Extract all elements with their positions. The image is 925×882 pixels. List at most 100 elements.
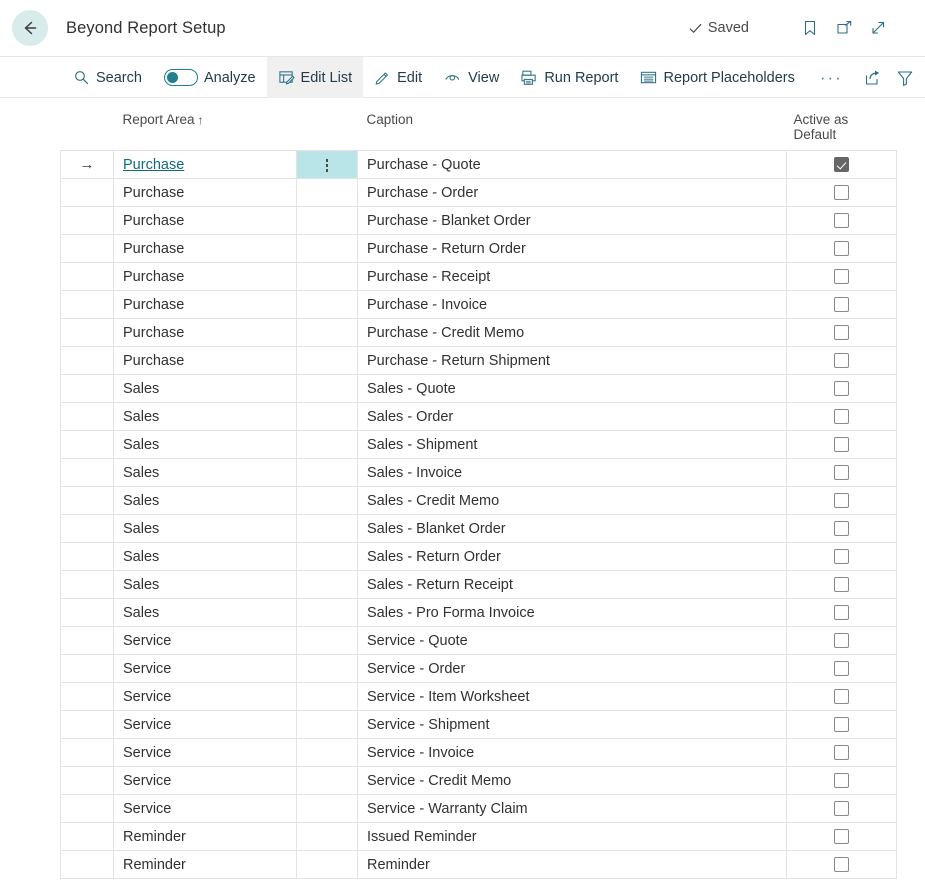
row-indicator-cell[interactable]	[60, 486, 114, 515]
cell-drilldown[interactable]	[295, 738, 359, 767]
cell-drilldown[interactable]	[295, 486, 359, 515]
cell-report-area[interactable]: Sales	[113, 402, 297, 431]
cell-report-area[interactable]: Service	[113, 682, 297, 711]
active-as-default-checkbox[interactable]	[834, 717, 850, 733]
cell-report-area[interactable]: Sales	[113, 486, 297, 515]
cell-drilldown[interactable]	[295, 318, 359, 347]
cell-report-area[interactable]: Sales	[113, 570, 297, 599]
active-as-default-checkbox[interactable]	[834, 297, 850, 313]
row-indicator-cell[interactable]	[60, 570, 114, 599]
row-indicator-cell[interactable]	[60, 318, 114, 347]
cell-report-area[interactable]: Purchase	[113, 206, 297, 235]
cell-drilldown[interactable]	[295, 234, 359, 263]
cell-drilldown[interactable]	[295, 626, 359, 655]
table-row[interactable]: Service Service - Order	[60, 654, 898, 683]
active-as-default-checkbox[interactable]	[834, 661, 850, 677]
cell-drilldown[interactable]	[295, 346, 359, 375]
cell-drilldown[interactable]	[295, 710, 359, 739]
cell-active-as-default[interactable]	[786, 598, 898, 627]
cell-active-as-default[interactable]	[786, 374, 898, 403]
cell-drilldown[interactable]	[295, 262, 359, 291]
row-indicator-cell[interactable]	[60, 654, 114, 683]
table-row[interactable]: Sales Sales - Quote	[60, 374, 898, 403]
cell-caption[interactable]: Sales - Return Receipt	[357, 570, 788, 599]
row-indicator-cell[interactable]	[60, 402, 114, 431]
cell-drilldown[interactable]	[295, 458, 359, 487]
cell-caption[interactable]: Sales - Blanket Order	[357, 514, 788, 543]
active-as-default-checkbox[interactable]	[834, 857, 850, 873]
table-row[interactable]: Purchase Purchase - Order	[60, 178, 898, 207]
active-as-default-checkbox[interactable]	[834, 465, 850, 481]
active-as-default-checkbox[interactable]	[834, 689, 850, 705]
table-row[interactable]: Service Service - Credit Memo	[60, 766, 898, 795]
cell-caption[interactable]: Service - Quote	[357, 626, 788, 655]
cell-drilldown[interactable]	[295, 682, 359, 711]
cell-report-area[interactable]: Sales	[113, 514, 297, 543]
active-as-default-checkbox[interactable]	[834, 241, 850, 257]
row-indicator-cell[interactable]	[60, 262, 114, 291]
share-button[interactable]	[857, 63, 889, 93]
cell-drilldown[interactable]	[295, 290, 359, 319]
table-row[interactable]: Reminder Reminder	[60, 850, 898, 879]
row-indicator-cell[interactable]	[60, 346, 114, 375]
list-view-button[interactable]	[921, 63, 925, 93]
cell-active-as-default[interactable]	[786, 794, 898, 823]
active-as-default-checkbox[interactable]	[834, 493, 850, 509]
report-placeholders-button[interactable]: Report Placeholders	[629, 57, 805, 98]
cell-active-as-default[interactable]	[786, 682, 898, 711]
run-report-button[interactable]: Run Report	[510, 57, 629, 98]
cell-caption[interactable]: Sales - Return Order	[357, 542, 788, 571]
cell-active-as-default[interactable]	[786, 262, 898, 291]
filter-button[interactable]	[889, 63, 921, 93]
cell-report-area[interactable]: Service	[113, 710, 297, 739]
active-as-default-checkbox[interactable]	[834, 829, 850, 845]
cell-report-area[interactable]: Sales	[113, 374, 297, 403]
cell-drilldown[interactable]	[295, 570, 359, 599]
cell-caption[interactable]: Issued Reminder	[357, 822, 788, 851]
cell-active-as-default[interactable]	[786, 710, 898, 739]
table-row[interactable]: Sales Sales - Invoice	[60, 458, 898, 487]
cell-active-as-default[interactable]	[786, 206, 898, 235]
row-indicator-cell[interactable]	[60, 626, 114, 655]
search-button[interactable]: Search	[62, 57, 153, 98]
cell-active-as-default[interactable]	[786, 626, 898, 655]
active-as-default-checkbox[interactable]	[834, 437, 850, 453]
cell-report-area[interactable]: Purchase	[113, 318, 297, 347]
cell-report-area[interactable]: Service	[113, 766, 297, 795]
analyze-toggle[interactable]	[163, 69, 198, 86]
table-row[interactable]: Sales Sales - Pro Forma Invoice	[60, 598, 898, 627]
cell-caption[interactable]: Purchase - Return Shipment	[357, 346, 788, 375]
table-row[interactable]: Purchase Purchase - Return Shipment	[60, 346, 898, 375]
row-indicator-cell[interactable]	[60, 542, 114, 571]
cell-drilldown[interactable]	[295, 430, 359, 459]
active-as-default-checkbox[interactable]	[834, 157, 850, 173]
table-row[interactable]: Sales Sales - Shipment	[60, 430, 898, 459]
view-button[interactable]: View	[433, 57, 510, 98]
cell-report-area[interactable]: Sales	[113, 430, 297, 459]
row-indicator-cell[interactable]	[60, 710, 114, 739]
cell-report-area[interactable]: Service	[113, 738, 297, 767]
analyze-toggle-item[interactable]: Analyze	[153, 57, 267, 98]
cell-active-as-default[interactable]	[786, 458, 898, 487]
table-row[interactable]: Purchase Purchase - Receipt	[60, 262, 898, 291]
cell-drilldown[interactable]	[295, 542, 359, 571]
cell-drilldown[interactable]	[295, 514, 359, 543]
cell-active-as-default[interactable]	[786, 570, 898, 599]
row-indicator-cell[interactable]: →	[60, 150, 114, 179]
table-row[interactable]: Sales Sales - Return Receipt	[60, 570, 898, 599]
cell-drilldown[interactable]	[295, 654, 359, 683]
table-row[interactable]: Sales Sales - Blanket Order	[60, 514, 898, 543]
active-as-default-checkbox[interactable]	[834, 745, 850, 761]
row-indicator-cell[interactable]	[60, 458, 114, 487]
row-indicator-cell[interactable]	[60, 430, 114, 459]
cell-drilldown[interactable]	[295, 598, 359, 627]
row-indicator-cell[interactable]	[60, 178, 114, 207]
active-as-default-checkbox[interactable]	[834, 801, 850, 817]
cell-active-as-default[interactable]	[786, 318, 898, 347]
row-indicator-cell[interactable]	[60, 598, 114, 627]
cell-active-as-default[interactable]	[786, 542, 898, 571]
cell-active-as-default[interactable]	[786, 850, 898, 879]
cell-caption[interactable]: Service - Order	[357, 654, 788, 683]
cell-caption[interactable]: Sales - Credit Memo	[357, 486, 788, 515]
cell-report-area[interactable]: Service	[113, 626, 297, 655]
